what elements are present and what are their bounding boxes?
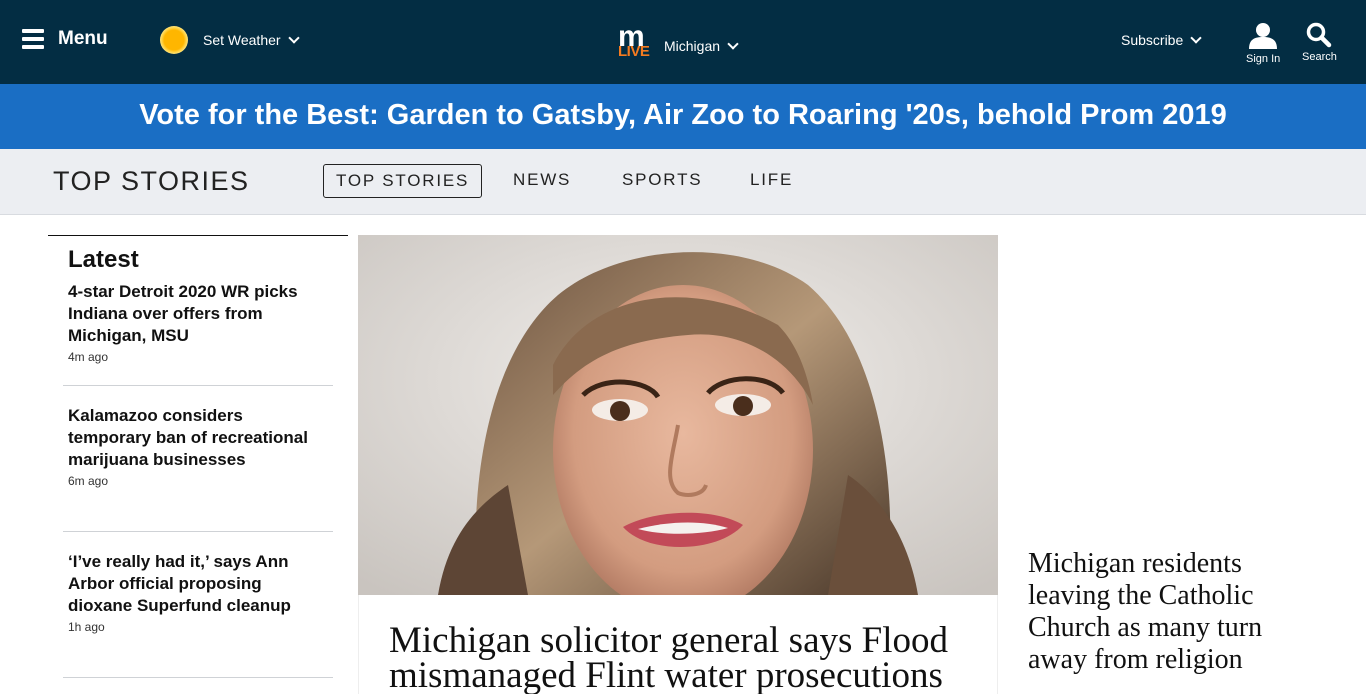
lead-story-headline[interactable]: Michigan solicitor general says Flood mi…: [389, 622, 989, 694]
mlive-logo[interactable]: m LIVE Michigan: [618, 20, 739, 60]
chevron-down-icon: [1190, 31, 1202, 44]
timestamp: 6m ago: [68, 474, 109, 488]
divider: [63, 531, 333, 532]
divider: [63, 677, 333, 678]
hamburger-icon: [22, 28, 44, 50]
subscribe-button[interactable]: Subscribe: [1121, 31, 1202, 48]
sign-in-label: Sign In: [1246, 53, 1281, 65]
tab-top-stories[interactable]: TOP STORIES: [323, 164, 483, 198]
promo-banner[interactable]: Vote for the Best: Garden to Gatsby, Air…: [0, 84, 1366, 149]
list-item: ‘I’ve really had it,’ says Ann Arbor off…: [68, 551, 308, 634]
set-weather-button[interactable]: Set Weather: [160, 26, 300, 54]
subscribe-label: Subscribe: [1121, 32, 1184, 48]
logo-mark: m LIVE: [618, 20, 654, 60]
list-item: Kalamazoo considers temporary ban of rec…: [68, 405, 308, 488]
tab-news[interactable]: NEWS: [513, 170, 571, 190]
site-header: Menu Set Weather m LIVE Michigan Subscri…: [0, 0, 1366, 84]
divider: [63, 385, 333, 386]
promo-text: Vote for the Best: Garden to Gatsby, Air…: [139, 99, 1227, 131]
menu-label: Menu: [58, 28, 108, 49]
search-icon: [1307, 22, 1332, 48]
latest-column: Latest 4-star Detroit 2020 WR picks Indi…: [48, 235, 348, 694]
section-nav: TOP STORIES TOP STORIES NEWS SPORTS LIFE: [0, 149, 1366, 215]
logo-live-text: LIVE: [618, 43, 650, 60]
region-label: Michigan: [664, 38, 721, 54]
portrait-photo: [358, 235, 998, 595]
user-icon: [1249, 23, 1278, 49]
section-title: TOP STORIES: [53, 166, 250, 196]
latest-headline-link[interactable]: ‘I’ve really had it,’ says Ann Arbor off…: [68, 551, 308, 617]
chevron-down-icon: [287, 31, 300, 44]
tab-sports[interactable]: SPORTS: [622, 170, 702, 190]
chevron-down-icon: [727, 37, 739, 50]
lead-story-image[interactable]: [358, 235, 998, 595]
list-item: 4-star Detroit 2020 WR picks Indiana ove…: [68, 281, 308, 364]
sun-icon: [160, 26, 188, 54]
sign-in-button[interactable]: Sign In: [1246, 22, 1280, 65]
latest-headline-link[interactable]: Kalamazoo considers temporary ban of rec…: [68, 405, 308, 471]
latest-heading: Latest: [68, 246, 139, 273]
menu-button[interactable]: Menu: [22, 28, 108, 50]
search-button[interactable]: Search: [1302, 22, 1337, 63]
weather-label: Set Weather: [203, 32, 281, 48]
lead-story-card: Michigan solicitor general says Flood mi…: [358, 595, 998, 694]
right-story-headline[interactable]: Michigan residents leaving the Catholic …: [1028, 548, 1288, 676]
tab-life[interactable]: LIFE: [750, 170, 793, 190]
latest-headline-link[interactable]: 4-star Detroit 2020 WR picks Indiana ove…: [68, 281, 308, 347]
region-selector[interactable]: Michigan: [664, 37, 739, 54]
search-label: Search: [1302, 51, 1337, 63]
timestamp: 1h ago: [68, 620, 105, 634]
timestamp: 4m ago: [68, 350, 109, 364]
